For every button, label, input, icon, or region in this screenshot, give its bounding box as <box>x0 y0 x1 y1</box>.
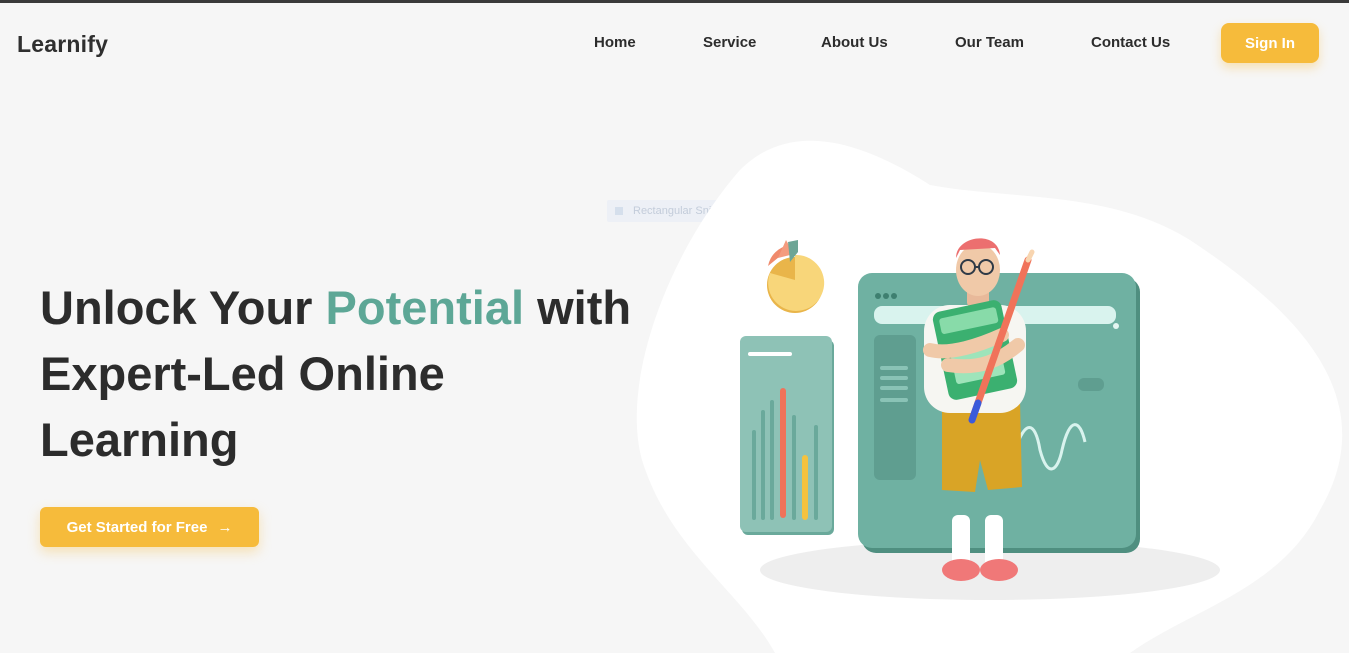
snip-icon <box>615 207 623 215</box>
nav-item-about-us[interactable]: About Us <box>821 34 888 51</box>
hero-headline: Unlock Your Potential with Expert-Led On… <box>40 275 640 473</box>
brand-logo[interactable]: Learnify <box>17 31 108 58</box>
top-border <box>0 0 1349 3</box>
nav-item-service[interactable]: Service <box>703 34 756 51</box>
sign-in-button[interactable]: Sign In <box>1221 23 1319 63</box>
get-started-button[interactable]: Get Started for Free → <box>40 507 259 547</box>
arrow-right-icon: → <box>217 518 233 536</box>
nav-item-our-team[interactable]: Our Team <box>955 34 1024 51</box>
bar-chart-panel <box>740 336 834 535</box>
nav-item-contact-us[interactable]: Contact Us <box>1091 34 1170 51</box>
headline-accent: Potential <box>325 281 525 334</box>
headline-part-1: Unlock Your <box>40 281 326 334</box>
hero-illustration <box>636 140 1343 653</box>
get-started-label: Get Started for Free <box>66 518 208 536</box>
nav-item-home[interactable]: Home <box>594 34 636 51</box>
